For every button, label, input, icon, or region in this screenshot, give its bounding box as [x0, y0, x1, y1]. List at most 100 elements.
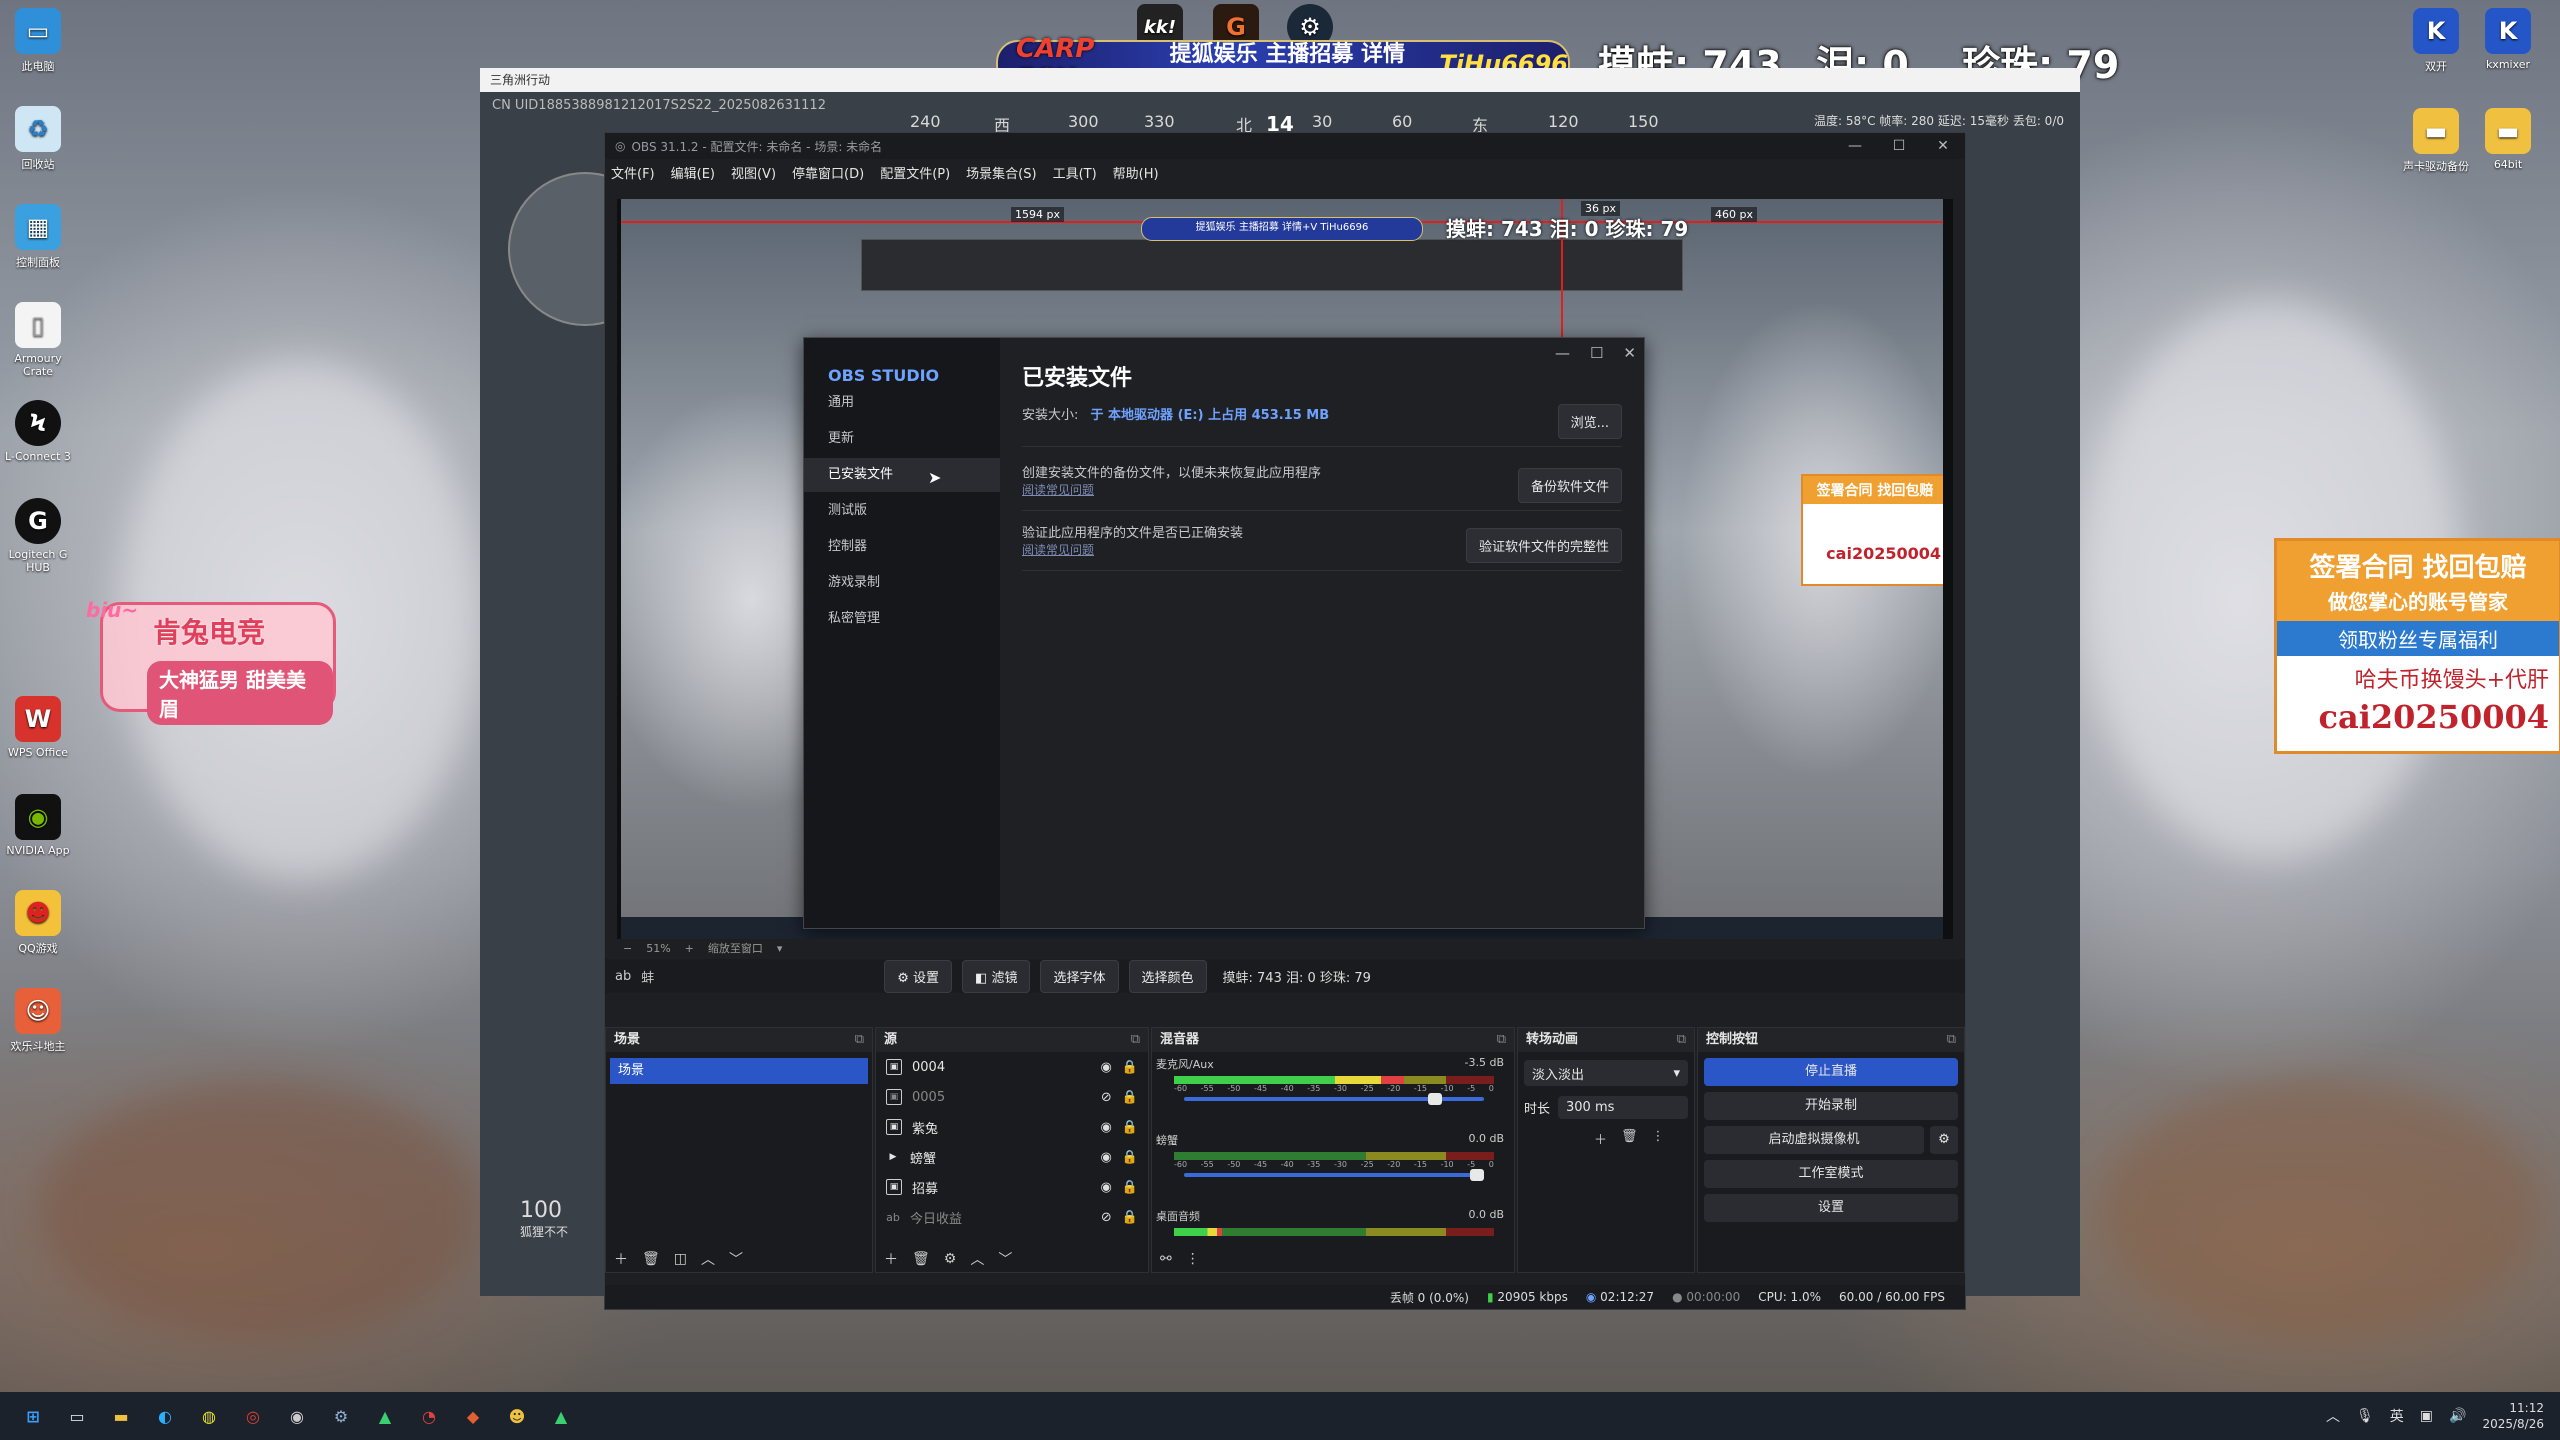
- lock-icon[interactable]: 🔒: [1122, 1060, 1138, 1075]
- browse-button[interactable]: 浏览...: [1557, 404, 1622, 439]
- volume-slider[interactable]: [1184, 1169, 1484, 1181]
- trash-icon[interactable]: 🗑: [912, 1251, 930, 1267]
- desktop-icon-qq-game[interactable]: ☻ QQ游戏: [0, 890, 76, 956]
- source-item[interactable]: ▣ 0005 ⊘ 🔒: [876, 1082, 1148, 1112]
- desktop-icon-armoury-crate[interactable]: ▯ Armoury Crate: [0, 302, 76, 378]
- desktop-icon-wps[interactable]: W WPS Office: [0, 696, 76, 759]
- delta-force-icon[interactable]: ▲: [546, 1401, 576, 1431]
- dock-popout-icon[interactable]: ⧉: [1677, 1028, 1686, 1052]
- game-launcher-icon[interactable]: ◆: [458, 1401, 488, 1431]
- source-item[interactable]: ▣ 招募 ◉ 🔒: [876, 1172, 1148, 1202]
- lock-icon[interactable]: 🔒: [1122, 1150, 1138, 1165]
- settings-button[interactable]: 设置: [1704, 1194, 1958, 1222]
- minimize-icon[interactable]: —: [1833, 138, 1877, 154]
- select-color-button[interactable]: 选择颜色: [1128, 959, 1207, 993]
- chevron-down-icon[interactable]: ﹀: [729, 1249, 743, 1269]
- settings-nav-game-capture[interactable]: 游戏录制: [804, 566, 1000, 600]
- menu-help[interactable]: 帮助(H): [1113, 163, 1159, 182]
- task-view-icon[interactable]: ▭: [62, 1401, 92, 1431]
- trash-icon[interactable]: 🗑: [642, 1251, 660, 1267]
- zoom-mode[interactable]: 缩放至窗口: [708, 940, 763, 956]
- menu-profile[interactable]: 配置文件(P): [880, 163, 950, 182]
- desktop-icon-dual-open[interactable]: K 双开: [2398, 8, 2474, 74]
- desktop-icon-control-panel[interactable]: ▦ 控制面板: [0, 204, 76, 270]
- obs-window[interactable]: ◎ OBS 31.1.2 - 配置文件: 未命名 - 场景: 未命名 — ☐ ✕…: [604, 132, 1966, 1310]
- dock-popout-icon[interactable]: ⧉: [1947, 1028, 1956, 1052]
- eye-icon[interactable]: ◉: [1100, 1180, 1111, 1195]
- dock-popout-icon[interactable]: ⧉: [1497, 1028, 1506, 1052]
- chrome-icon[interactable]: ◎: [238, 1401, 268, 1431]
- wegame-icon[interactable]: ☻: [502, 1401, 532, 1431]
- input-language[interactable]: 英: [2390, 1406, 2404, 1426]
- desktop-icon-kxmixer[interactable]: K kxmixer: [2470, 8, 2546, 71]
- microphone-icon[interactable]: 🎙: [2356, 1408, 2374, 1424]
- lock-icon[interactable]: 🔒: [1122, 1210, 1138, 1225]
- dock-popout-icon[interactable]: ⧉: [1131, 1028, 1140, 1052]
- desktop-icon-this-pc[interactable]: ▭ 此电脑: [0, 8, 76, 74]
- source-item[interactable]: ab 今日收益 ⊘ 🔒: [876, 1202, 1148, 1232]
- chevron-up-icon[interactable]: ︿: [970, 1249, 984, 1269]
- obs-titlebar[interactable]: ◎ OBS 31.1.2 - 配置文件: 未命名 - 场景: 未命名 — ☐ ✕: [605, 133, 1965, 159]
- settings-nav-beta[interactable]: 测试版: [804, 494, 1000, 528]
- desktop-icon-64bit[interactable]: ▬ 64bit: [2470, 108, 2546, 171]
- chevron-up-icon[interactable]: ︿: [701, 1249, 715, 1269]
- menu-scene-collection[interactable]: 场景集合(S): [966, 163, 1036, 182]
- add-icon[interactable]: ＋: [884, 1249, 898, 1269]
- eye-icon[interactable]: ◉: [1100, 1150, 1111, 1165]
- file-explorer-icon[interactable]: ▬: [106, 1401, 136, 1431]
- menu-tools[interactable]: 工具(T): [1053, 163, 1097, 182]
- zoom-in-icon[interactable]: +: [685, 942, 694, 955]
- volume-icon[interactable]: 🔊: [2449, 1408, 2466, 1424]
- zoom-out-icon[interactable]: −: [623, 942, 632, 955]
- verify-files-button[interactable]: 验证软件文件的完整性: [1465, 528, 1622, 563]
- menu-view[interactable]: 视图(V): [731, 163, 776, 182]
- obs-preview[interactable]: 1594 px 36 px 460 px 提狐娱乐 主播招募 详情+V TiHu…: [617, 199, 1953, 939]
- obs-icon[interactable]: ◉: [282, 1401, 312, 1431]
- delta-force-icon[interactable]: ▲: [370, 1401, 400, 1431]
- lock-icon[interactable]: 🔒: [1122, 1180, 1138, 1195]
- clock[interactable]: 11:12 2025/8/26: [2482, 1400, 2544, 1432]
- transition-select[interactable]: 淡入淡出 ▾: [1524, 1060, 1688, 1086]
- volume-slider[interactable]: [1184, 1093, 1484, 1105]
- start-virtual-camera-button[interactable]: 启动虚拟摄像机: [1704, 1126, 1924, 1154]
- lock-icon[interactable]: 🔒: [1122, 1120, 1138, 1135]
- close-icon[interactable]: ✕: [1921, 138, 1965, 154]
- desktop-icon-driver-backup[interactable]: ▬ 声卡驱动备份: [2398, 108, 2474, 174]
- chevron-down-icon[interactable]: ▾: [777, 942, 783, 955]
- gear-icon[interactable]: ⚙: [944, 1251, 957, 1267]
- settings-nav-installed-files[interactable]: 已安装文件: [804, 458, 1000, 492]
- stop-streaming-button[interactable]: 停止直播: [1704, 1058, 1958, 1086]
- desktop-icon-doudizhu[interactable]: ☺ 欢乐斗地主: [0, 988, 76, 1054]
- more-icon[interactable]: ⋮: [1186, 1251, 1200, 1267]
- netease-icon[interactable]: ◔: [414, 1401, 444, 1431]
- duration-spinbox[interactable]: 300 ms: [1558, 1096, 1688, 1119]
- maximize-icon[interactable]: ☐: [1877, 138, 1921, 154]
- eye-icon[interactable]: ◉: [1100, 1120, 1111, 1135]
- desktop-icon-nvidia[interactable]: ◉ NVIDIA App: [0, 794, 76, 857]
- scene-item[interactable]: 场景: [610, 1058, 868, 1084]
- add-icon[interactable]: ＋: [614, 1249, 628, 1269]
- chevron-down-icon[interactable]: ﹀: [998, 1249, 1012, 1269]
- menu-edit[interactable]: 编辑(E): [671, 163, 715, 182]
- lock-icon[interactable]: 🔒: [1122, 1090, 1138, 1105]
- steam-icon[interactable]: ⚙: [326, 1401, 356, 1431]
- backup-files-button[interactable]: 备份软件文件: [1517, 468, 1622, 503]
- settings-nav-update[interactable]: 更新: [804, 422, 1000, 456]
- add-icon[interactable]: ＋: [1594, 1129, 1607, 1148]
- chevron-up-icon[interactable]: ︿: [2326, 1406, 2340, 1426]
- link-icon[interactable]: ⚯: [1160, 1251, 1172, 1267]
- source-item[interactable]: ▶ 螃蟹 ◉ 🔒: [876, 1142, 1148, 1172]
- eye-off-icon[interactable]: ⊘: [1101, 1090, 1112, 1105]
- start-icon[interactable]: ⊞: [18, 1401, 48, 1431]
- settings-nav-general[interactable]: 通用: [804, 386, 1000, 420]
- menu-file[interactable]: 文件(F): [611, 163, 655, 182]
- select-font-button[interactable]: 选择字体: [1040, 959, 1119, 993]
- desktop-icon-lconnect[interactable]: Ϟ L-Connect 3: [0, 400, 76, 463]
- obs-settings-dialog[interactable]: — ☐ ✕ OBS STUDIO 通用 更新 已安装文件 测试版 控制器 游戏录…: [803, 337, 1645, 929]
- more-icon[interactable]: ⋮: [1652, 1129, 1665, 1148]
- eye-off-icon[interactable]: ⊘: [1101, 1210, 1112, 1225]
- settings-nav-privacy[interactable]: 私密管理: [804, 602, 1000, 636]
- network-icon[interactable]: ▣: [2420, 1408, 2433, 1424]
- gear-icon[interactable]: ⚙: [1930, 1126, 1958, 1154]
- dock-popout-icon[interactable]: ⧉: [855, 1028, 864, 1052]
